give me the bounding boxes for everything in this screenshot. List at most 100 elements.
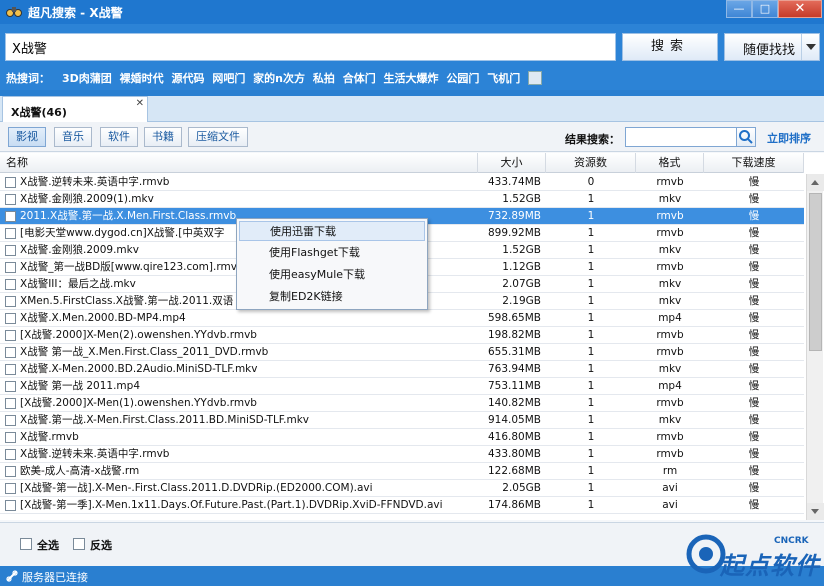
cell-speed: 慢 [748, 261, 760, 273]
scroll-thumb[interactable] [809, 193, 822, 351]
cell-speed: 慢 [748, 346, 760, 358]
cell-sources: 1 [587, 465, 595, 477]
hot-item[interactable]: 源代码 [171, 72, 204, 85]
menu-item-copy-ed2k[interactable]: 复制ED2K链接 [239, 287, 425, 307]
maximize-button[interactable]: □ [752, 0, 778, 18]
random-dropdown[interactable] [801, 34, 819, 60]
row-checkbox[interactable] [5, 194, 16, 205]
table-row[interactable]: X战警.X-Men.2000.BD.2Audio.MiniSD-TLF.mkv 7… [0, 361, 804, 378]
category-video-button[interactable]: 影视 [8, 127, 46, 147]
table-row[interactable]: X战警.rmvb 416.80MB 1 rmvb 慢 [0, 429, 804, 446]
hot-item[interactable]: 合体门 [343, 72, 376, 85]
category-music-button[interactable]: 音乐 [54, 127, 92, 147]
row-checkbox[interactable] [5, 381, 16, 392]
row-checkbox[interactable] [5, 364, 16, 375]
hot-item[interactable]: 飞机门 [487, 72, 520, 85]
table-row[interactable]: X战警 第一战 2011.mp4 753.11MB 1 mp4 慢 [0, 378, 804, 395]
row-checkbox[interactable] [5, 313, 16, 324]
row-checkbox[interactable] [5, 466, 16, 477]
scroll-up-button[interactable] [807, 174, 824, 191]
cell-format: mkv [658, 278, 682, 290]
menu-item-thunder-download[interactable]: 使用迅雷下载 [239, 221, 425, 241]
table-row[interactable]: [X战警.2000]X-Men(1).owenshen.YYdvb.rmvb 14… [0, 395, 804, 412]
menu-item-easymule-download[interactable]: 使用easyMule下载 [239, 265, 425, 285]
invert-selection-checkbox[interactable] [73, 538, 85, 550]
row-checkbox[interactable] [5, 177, 16, 188]
result-search-input[interactable] [625, 127, 737, 147]
row-checkbox[interactable] [5, 228, 16, 239]
table-row[interactable]: X战警.逆转未来.英语中字.rmvb 433.74MB 0 rmvb 慢 [0, 174, 804, 191]
row-checkbox[interactable] [5, 500, 16, 511]
category-books-button[interactable]: 书籍 [144, 127, 182, 147]
column-header-speed[interactable]: 下载速度 [704, 153, 804, 173]
cell-size: 899.92MB [487, 227, 541, 239]
cell-size: 914.05MB [487, 414, 541, 426]
cell-name: [X战警.2000]X-Men(2).owenshen.YYdvb.rmvb [20, 329, 257, 341]
cell-name: X战警.逆转未来.英语中字.rmvb [20, 176, 170, 188]
row-checkbox[interactable] [5, 330, 16, 341]
column-header-name[interactable]: 名称 [0, 153, 478, 173]
search-button[interactable]: 搜索 [622, 33, 718, 61]
invert-selection-label[interactable]: 反选 [90, 537, 112, 553]
cell-speed: 慢 [748, 312, 760, 324]
random-search-button[interactable]: 随便找找 [724, 33, 820, 61]
hot-item[interactable]: 家的n次方 [253, 72, 305, 85]
tab-close-icon[interactable]: ✕ [136, 98, 144, 109]
row-checkbox[interactable] [5, 415, 16, 426]
hot-item[interactable]: 生活大爆炸 [384, 72, 439, 85]
category-archive-button[interactable]: 压缩文件 [188, 127, 248, 147]
table-row[interactable]: X战警.金刚狼.2009(1).mkv 1.52GB 1 mkv 慢 [0, 191, 804, 208]
vertical-scrollbar[interactable] [806, 174, 824, 520]
column-header-format[interactable]: 格式 [636, 153, 704, 173]
category-software-button[interactable]: 软件 [100, 127, 138, 147]
table-row[interactable]: X战警.第一战.X-Men.First.Class.2011.BD.MiniSD… [0, 412, 804, 429]
row-checkbox[interactable] [5, 296, 16, 307]
select-all-label[interactable]: 全选 [37, 537, 59, 553]
hot-item[interactable]: 裸婚时代 [120, 72, 164, 85]
column-header-size[interactable]: 大小 [478, 153, 546, 173]
result-search-button[interactable] [736, 127, 756, 147]
cell-name: X战警.第一战.X-Men.First.Class.2011.BD.MiniSD… [20, 414, 310, 426]
row-checkbox[interactable] [5, 279, 16, 290]
refresh-icon[interactable] [528, 71, 543, 85]
table-row[interactable]: [X战警-第一战].X-Men-.First.Class.2011.D.DVDR… [0, 480, 804, 497]
row-checkbox[interactable] [5, 347, 16, 358]
search-bar: 搜索 随便找找 [0, 24, 824, 66]
row-checkbox[interactable] [5, 262, 16, 273]
cell-speed: 慢 [748, 414, 760, 426]
menu-item-flashget-download[interactable]: 使用Flashget下载 [239, 243, 425, 263]
cell-format: rmvb [656, 210, 684, 222]
cell-size: 433.74MB [487, 176, 541, 188]
row-checkbox[interactable] [5, 483, 16, 494]
hot-item[interactable]: 私拍 [313, 72, 335, 85]
row-checkbox[interactable] [5, 432, 16, 443]
cell-size: 1.52GB [502, 244, 541, 256]
sort-now-link[interactable]: 立即排序 [767, 130, 811, 146]
close-button[interactable]: ✕ [778, 0, 822, 18]
table-row[interactable]: X战警 第一战_X.Men.First.Class_2011_DVD.rmvb 6… [0, 344, 804, 361]
minimize-button[interactable]: — [726, 0, 752, 18]
table-row[interactable]: [X战警.2000]X-Men(2).owenshen.YYdvb.rmvb 19… [0, 327, 804, 344]
table-row[interactable]: [X战警-第一季].X-Men.1x11.Days.Of.Future.Past… [0, 497, 804, 514]
hot-item[interactable]: 3D肉蒲团 [62, 72, 112, 85]
search-icon [739, 130, 753, 144]
hot-item[interactable]: 网吧门 [212, 72, 245, 85]
hot-item[interactable]: 公园门 [446, 72, 479, 85]
cell-speed: 慢 [748, 380, 760, 392]
row-checkbox[interactable] [5, 211, 16, 222]
row-checkbox[interactable] [5, 398, 16, 409]
column-header-sources[interactable]: 资源数 [546, 153, 636, 173]
link-icon [6, 570, 18, 582]
search-input[interactable] [5, 33, 616, 61]
cell-sources: 1 [587, 482, 595, 494]
row-checkbox[interactable] [5, 449, 16, 460]
cell-sources: 1 [587, 227, 595, 239]
scroll-down-button[interactable] [807, 503, 824, 520]
tab-strip: X战警(46) ✕ [0, 96, 824, 122]
row-checkbox[interactable] [5, 245, 16, 256]
table-row[interactable]: X战警.X.Men.2000.BD-MP4.mp4 598.65MB 1 mp4 慢 [0, 310, 804, 327]
table-row[interactable]: 欧美-成人-高清-x战警.rm 122.68MB 1 rm 慢 [0, 463, 804, 480]
table-row[interactable]: X战警.逆转未来.英语中字.rmvb 433.80MB 1 rmvb 慢 [0, 446, 804, 463]
tab-search-result[interactable]: X战警(46) ✕ [2, 96, 148, 122]
select-all-checkbox[interactable] [20, 538, 32, 550]
